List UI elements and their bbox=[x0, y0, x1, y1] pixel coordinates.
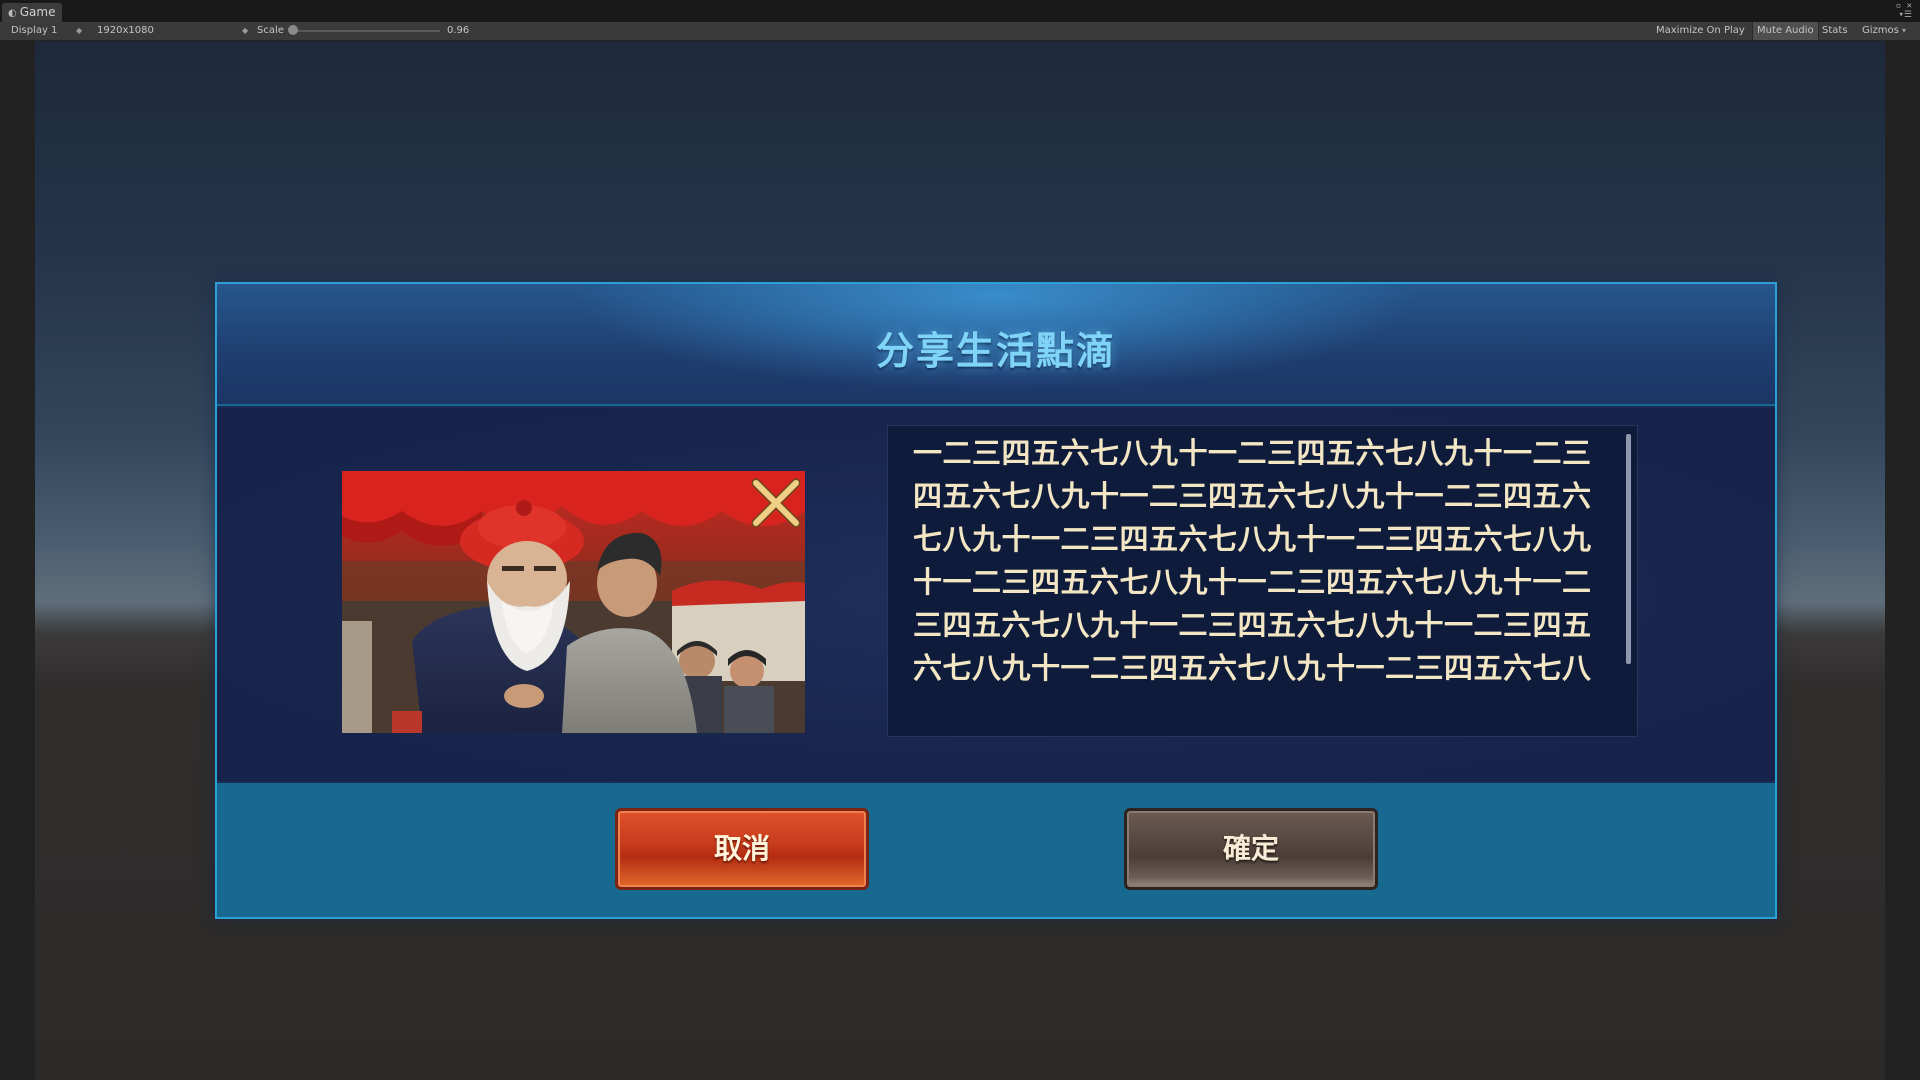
maximize-on-play-toggle[interactable]: Maximize On Play bbox=[1656, 22, 1745, 40]
game-tab-label: Game bbox=[19, 5, 56, 19]
confirm-button[interactable]: 確定 bbox=[1124, 808, 1378, 890]
message-text: 一二三四五六七八九十一二三四五六七八九十一二三四五六七八九十一二三四五六七八九十… bbox=[913, 436, 1592, 685]
display-dropdown[interactable]: Display 1 bbox=[11, 22, 57, 40]
cancel-button[interactable]: 取消 bbox=[615, 808, 869, 890]
resolution-dropdown-arrow-icon[interactable]: ◆ bbox=[242, 22, 248, 40]
scale-value: 0.96 bbox=[447, 25, 470, 36]
display-dropdown-arrow-icon[interactable]: ◆ bbox=[76, 22, 82, 40]
scale-label: Scale bbox=[257, 25, 284, 36]
attached-photo[interactable] bbox=[342, 471, 805, 733]
message-text-panel[interactable]: 一二三四五六七八九十一二三四五六七八九十一二三四五六七八九十一二三四五六七八九十… bbox=[887, 425, 1638, 737]
menu-icon[interactable]: ▾☰ bbox=[1896, 11, 1913, 20]
close-icon[interactable] bbox=[750, 477, 802, 529]
dialog-header: 分享生活點滴 bbox=[217, 284, 1775, 404]
game-controller-icon: ◐ bbox=[8, 8, 17, 19]
gizmos-dropdown[interactable]: Gizmos ▾ bbox=[1862, 22, 1906, 40]
dialog-title: 分享生活點滴 bbox=[875, 329, 1116, 373]
resolution-label: 1920x1080 bbox=[97, 25, 154, 36]
viewport-letterbox-right bbox=[1885, 41, 1920, 1080]
message-scrollbar[interactable] bbox=[1626, 434, 1631, 664]
display-label: Display 1 bbox=[11, 25, 58, 36]
resolution-dropdown[interactable]: 1920x1080 bbox=[97, 22, 154, 40]
gizmos-label: Gizmos bbox=[1862, 25, 1899, 36]
stats-toggle[interactable]: Stats bbox=[1822, 22, 1848, 40]
game-tab[interactable]: ◐ Game bbox=[2, 3, 62, 22]
scale-slider-track[interactable] bbox=[290, 30, 440, 32]
viewport-letterbox-left bbox=[0, 41, 35, 1080]
share-dialog: 分享生活點滴 一二三四五六七八九十一二三四五六七八九十一二三四五六七八九十一二三… bbox=[215, 282, 1777, 919]
mute-audio-toggle[interactable]: Mute Audio bbox=[1752, 22, 1819, 40]
window-controls[interactable]: ▫ ✕ ▾☰ bbox=[1896, 2, 1912, 20]
scale-slider-thumb[interactable] bbox=[288, 25, 298, 35]
game-toolbar: Display 1 ◆ 1920x1080 ◆ Scale 0.96 Maxim… bbox=[0, 22, 1920, 41]
gizmos-arrow-icon: ▾ bbox=[1902, 26, 1907, 35]
game-viewport: 分享生活點滴 一二三四五六七八九十一二三四五六七八九十一二三四五六七八九十一二三… bbox=[35, 41, 1885, 1080]
editor-tab-bar: ◐ Game ▫ ✕ ▾☰ bbox=[0, 0, 1920, 22]
photo-image bbox=[342, 471, 805, 733]
